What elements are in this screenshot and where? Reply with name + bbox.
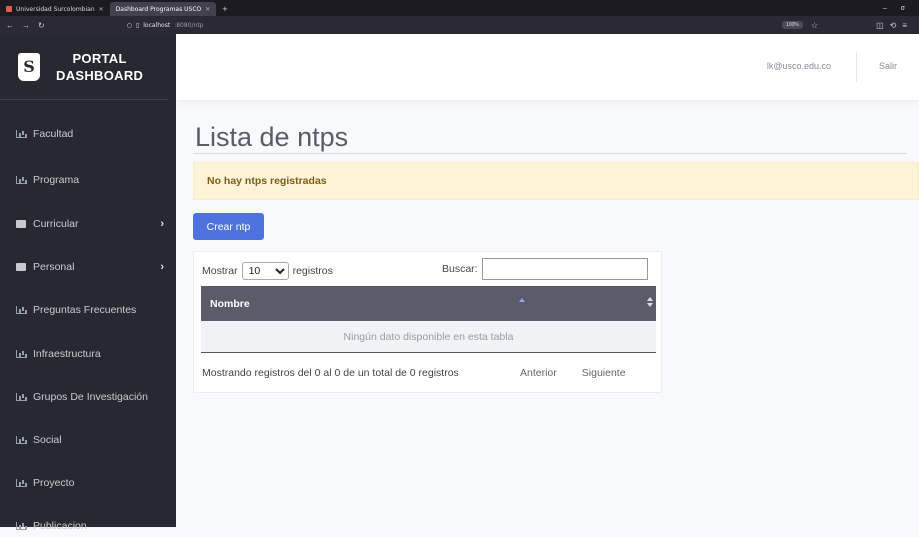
search-label: Buscar: [442,263,478,275]
pagination: Anterior Siguiente [520,367,626,379]
sidebar-item-programa[interactable]: Programa [0,169,176,191]
sidebar-item-label: Programa [33,174,80,186]
address-bar[interactable]: ○ ▯ localhost:8080/ntp [127,22,204,29]
favicon-icon [6,6,12,12]
folder-icon [16,220,26,228]
page-icon: ▯ [135,21,140,29]
show-label: Mostrar [202,265,238,277]
chevron-right-icon: › [160,261,164,273]
previous-page-button[interactable]: Anterior [520,367,557,379]
sidebar-item-label: Curricular [33,218,79,230]
back-icon[interactable]: ← [6,21,14,30]
browser-tab-dashboard[interactable]: Dashboard Programas USCO ✕ [109,2,217,16]
column-header-label: Nombre [210,297,250,310]
logout-link[interactable]: Salir [879,61,897,71]
sidebar-item-label: Publicacion [33,520,87,532]
sidebar-item-preguntas-frecuentes[interactable]: Preguntas Frecuentes [0,299,176,321]
address-host: localhost [143,21,171,29]
title-divider [193,153,907,154]
sidebar-item-label: Personal [33,261,75,273]
brand-text: PORTAL DASHBOARD [56,50,143,84]
window-controls[interactable]: – σ [875,2,919,16]
create-ntp-button[interactable]: Crear ntp [193,213,264,240]
chart-icon [16,306,26,314]
brand-line-2: DASHBOARD [56,67,144,83]
university-logo-icon: S [18,52,40,81]
sidebar-item-social[interactable]: Social [0,429,176,451]
new-tab-button[interactable]: + [216,2,233,16]
sidebar: S PORTAL DASHBOARD Facultad Programa Cur… [0,34,176,532]
sidebar-item-label: Proyecto [33,477,75,489]
page-length-select[interactable]: 10 [241,262,289,280]
table-info: Mostrando registros del 0 al 0 de un tot… [202,367,459,379]
folder-icon [16,263,26,271]
extensions-icons[interactable]: ◫⟲≡ [876,21,913,30]
brand[interactable]: S PORTAL DASHBOARD [0,34,168,100]
topbar-divider [856,52,857,82]
sidebar-item-infraestructura[interactable]: Infraestructura [0,343,176,365]
sidebar-item-label: Preguntas Frecuentes [33,304,137,316]
chart-icon [16,436,26,444]
page-length-control: Mostrar 10 registros [202,262,333,280]
sidebar-item-curricular[interactable]: Curricular › [0,213,176,235]
table-header-nombre[interactable]: Nombre [201,286,656,321]
sidebar-item-label: Social [33,434,62,446]
sidebar-item-proyecto[interactable]: Proyecto [0,472,176,494]
sort-ascending-icon [519,298,525,302]
zoom-badge[interactable]: 100% [782,21,803,29]
browser-tab-universidad[interactable]: Universidad Surcolombian ✕ [0,2,110,16]
close-tab-icon[interactable]: ✕ [205,6,210,13]
search-control: Buscar: [442,258,648,280]
user-email[interactable]: lk@usco.edu.co [767,61,831,71]
chart-icon [16,393,26,401]
sidebar-item-grupos-de-investigacion[interactable]: Grupos De Investigación [0,386,176,408]
topbar: lk@usco.edu.co Salir [176,34,919,100]
browser-tab-label: Dashboard Programas USCO [115,5,202,13]
sidebar-item-personal[interactable]: Personal › [0,256,176,278]
browser-toolbar: ← → ↻ ○ ▯ localhost:8080/ntp 100% ☆ ◫⟲≡ [0,16,919,34]
sidebar-item-facultad[interactable]: Facultad [0,123,176,145]
sidebar-item-label: Facultad [33,128,74,140]
page-title: Lista de ntps [195,122,349,152]
forward-icon[interactable]: → [22,21,30,30]
next-page-button[interactable]: Siguiente [582,367,626,379]
brand-line-1: PORTAL [72,50,127,66]
chart-icon [16,176,26,184]
sidebar-item-publicacion[interactable]: Publicacion [0,515,176,537]
sidebar-item-label: Grupos De Investigación [33,391,148,403]
chart-icon [16,350,26,358]
chevron-right-icon: › [160,218,164,230]
search-input[interactable] [481,258,648,280]
records-label: registros [292,265,333,277]
chart-icon [16,130,26,138]
bookmark-star-icon[interactable]: ☆ [811,21,818,30]
chart-icon [16,479,26,487]
ntp-table-card: Mostrar 10 registros Buscar: Nombre Ning… [193,251,662,393]
sidebar-item-label: Infraestructura [33,348,101,360]
table-empty-row: Ningún dato disponible en esta tabla [201,321,656,353]
browser-tab-bar: Universidad Surcolombian ✕ Dashboard Pro… [0,0,919,16]
reload-icon[interactable]: ↻ [38,21,45,30]
browser-tab-label: Universidad Surcolombian [16,5,95,13]
shield-icon: ○ [126,21,132,29]
address-path: :8080/ntp [174,21,204,29]
chart-icon [16,522,26,530]
empty-alert: No hay ntps registradas [193,162,919,200]
close-tab-icon[interactable]: ✕ [99,6,104,13]
